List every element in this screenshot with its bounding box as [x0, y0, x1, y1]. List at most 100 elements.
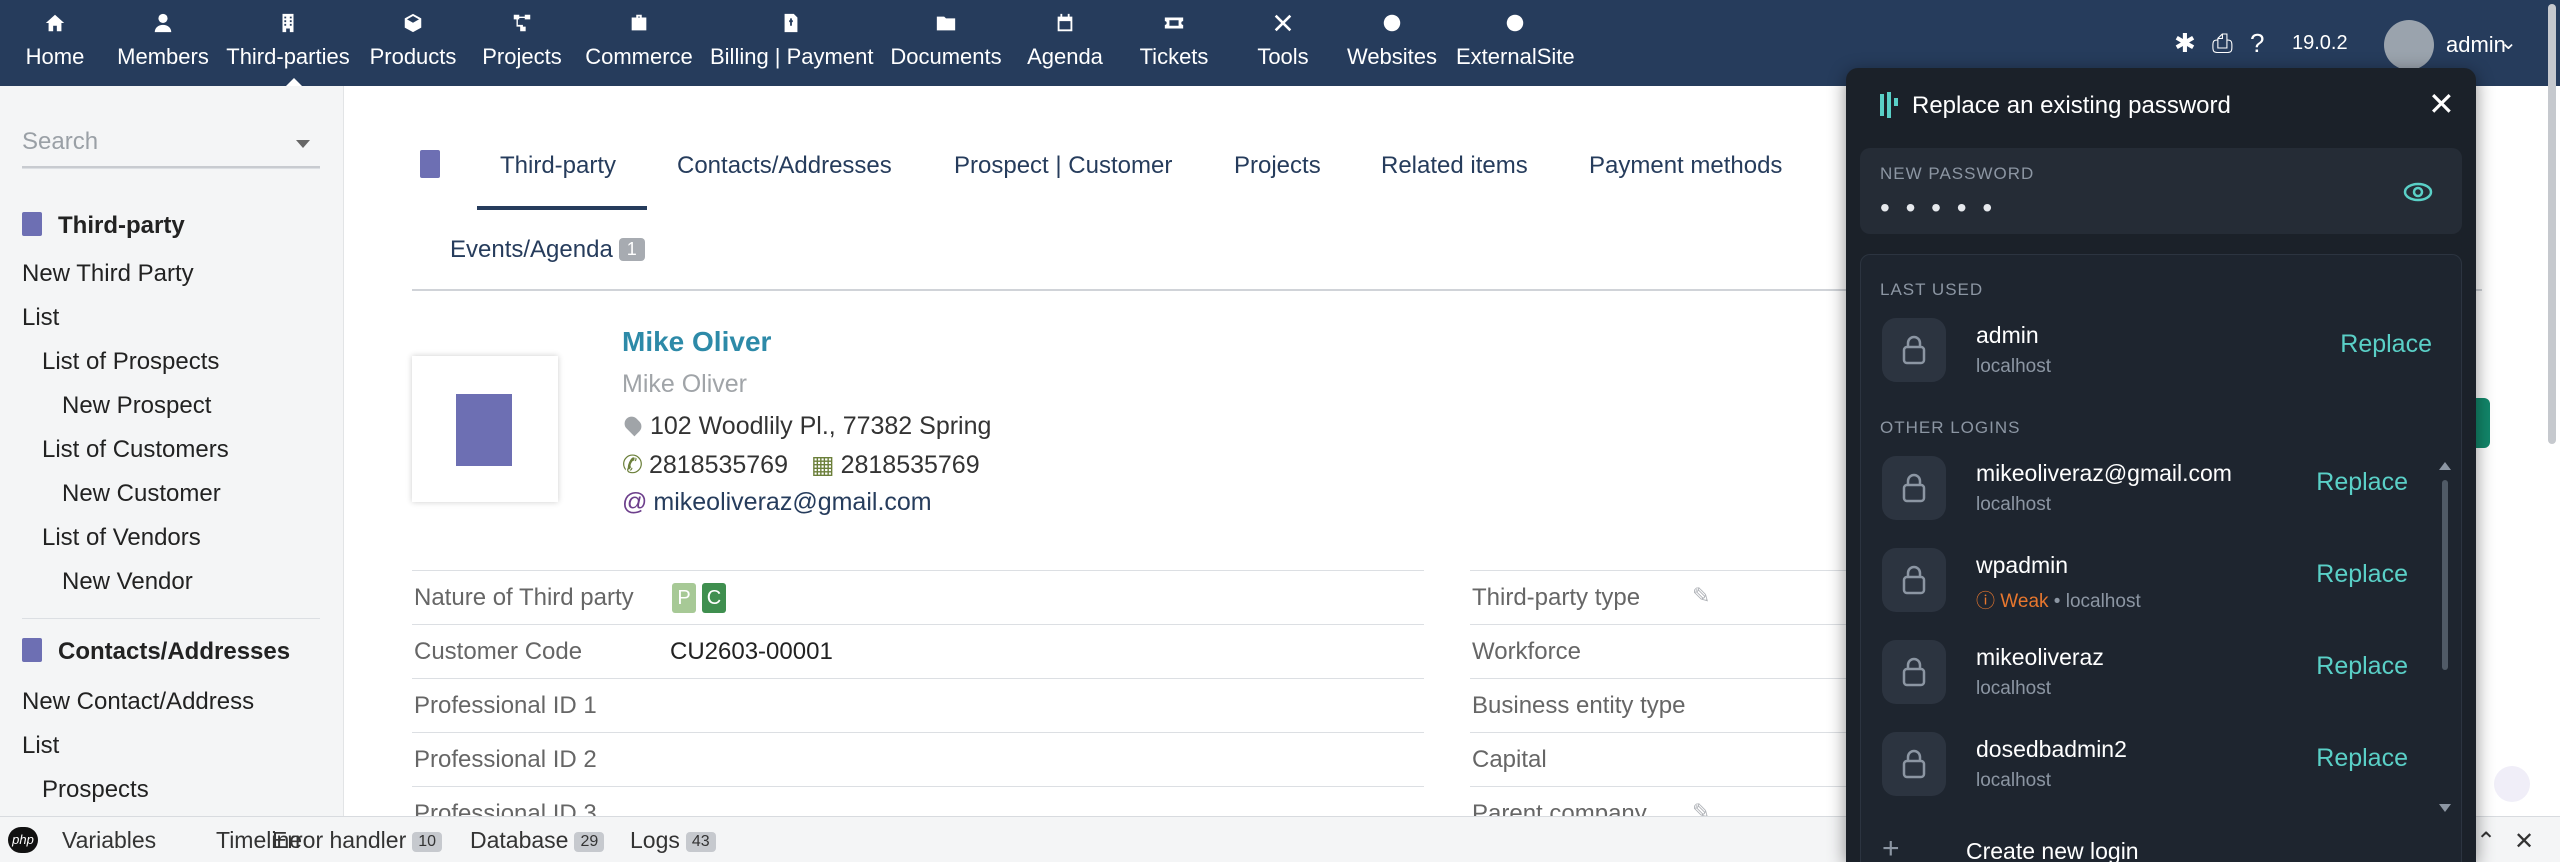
nav-documents[interactable]: Documents: [890, 12, 1002, 70]
field-customer-code: Customer Code CU2603-00001: [412, 624, 1424, 678]
prospect-badge: P: [672, 583, 696, 613]
new-password-field[interactable]: NEW PASSWORD • • • • •: [1860, 148, 2462, 234]
tab-projects[interactable]: Projects: [1234, 152, 1321, 180]
debug-tab-logs[interactable]: Logs 43: [630, 827, 716, 854]
create-new-login-button[interactable]: Create new login: [1966, 838, 2139, 862]
nav-commerce[interactable]: Commerce: [584, 12, 694, 70]
nav-third-parties[interactable]: Third-parties: [226, 12, 350, 70]
nav-home[interactable]: Home: [22, 12, 88, 70]
replace-button[interactable]: Replace: [2316, 744, 2408, 773]
chevron-down-icon[interactable]: ⌄: [2500, 30, 2517, 55]
password-value: • • • • •: [1880, 192, 1997, 223]
debug-tab-variables[interactable]: Variables: [62, 827, 156, 854]
error-count-badge: 10: [412, 832, 443, 852]
page-scrollbar[interactable]: [2548, 4, 2556, 444]
nav-projects[interactable]: Projects: [482, 12, 562, 70]
close-icon[interactable]: ✕: [2514, 827, 2534, 856]
sidebar-item-new-customer[interactable]: New Customer: [62, 480, 221, 508]
events-count-badge: 1: [618, 238, 645, 261]
search-input[interactable]: Search: [22, 128, 320, 168]
sidebar-item-new-contact[interactable]: New Contact/Address: [22, 688, 254, 716]
phone-icon: ✆: [622, 451, 643, 479]
ticket-icon: [1136, 12, 1212, 40]
sidebar-section-third-party[interactable]: Third-party: [22, 212, 185, 240]
eye-icon[interactable]: [2402, 176, 2434, 208]
tab-contacts-addresses[interactable]: Contacts/Addresses: [677, 152, 892, 180]
debug-tab-database[interactable]: Database 29: [470, 827, 605, 854]
login-meta: ⓘ Weak • localhost: [1976, 591, 2141, 612]
user-icon: [116, 12, 210, 40]
email-line: @ mikeoliveraz@gmail.com: [622, 488, 932, 517]
home-icon: [22, 12, 88, 40]
sidebar-item-prospects[interactable]: Prospects: [42, 776, 149, 804]
brain-icon[interactable]: [2494, 766, 2530, 802]
login-site: localhost: [1976, 770, 2051, 791]
scroll-down-arrow[interactable]: [2439, 804, 2451, 812]
login-item[interactable]: wpadmin ⓘ Weak • localhost Replace: [1860, 538, 2426, 622]
section-other-logins: OTHER LOGINS: [1880, 418, 2021, 437]
email-link[interactable]: mikeoliveraz@gmail.com: [653, 488, 931, 516]
active-menu-marker: [286, 78, 302, 86]
sidebar-item-list-of-customers[interactable]: List of Customers: [42, 436, 229, 464]
close-icon[interactable]: ✕: [2428, 88, 2455, 120]
php-logo[interactable]: php: [8, 827, 38, 853]
bug-icon[interactable]: ✱: [2174, 28, 2196, 59]
tab-related-items[interactable]: Related items: [1381, 152, 1528, 180]
sidebar-item-new-vendor[interactable]: New Vendor: [62, 568, 193, 596]
globe-icon: [1456, 12, 1574, 40]
login-item[interactable]: admin localhost Replace: [1860, 308, 2450, 392]
debug-tab-error-handler[interactable]: Error handler 10: [272, 827, 443, 854]
nav-websites[interactable]: Websites: [1346, 12, 1438, 70]
company-logo[interactable]: [412, 356, 558, 502]
field-thirdparty-type: Third-party type ✎: [1470, 570, 1850, 624]
chevron-down-icon[interactable]: [296, 140, 310, 148]
replace-button[interactable]: Replace: [2316, 468, 2408, 497]
sidebar-item-list-of-prospects[interactable]: List of Prospects: [42, 348, 219, 376]
edit-icon[interactable]: ✎: [1692, 583, 1718, 609]
login-username: mikeoliveraz@gmail.com: [1976, 460, 2232, 486]
nav-tools[interactable]: Tools: [1254, 12, 1312, 70]
sidebar-item-new-prospect[interactable]: New Prospect: [62, 392, 211, 420]
replace-button[interactable]: Replace: [2316, 560, 2408, 589]
nav-agenda[interactable]: Agenda: [1026, 12, 1104, 70]
sidebar-item-list-of-vendors[interactable]: List of Vendors: [42, 524, 201, 552]
lock-icon: [1882, 732, 1946, 796]
nav-billing-payment[interactable]: Billing | Payment: [710, 12, 873, 70]
database-count-badge: 29: [574, 832, 605, 852]
action-button-edge[interactable]: [2476, 398, 2490, 448]
sidebar-item-contacts-list[interactable]: List: [22, 732, 59, 760]
login-item[interactable]: mikeoliveraz@gmail.com localhost Replace: [1860, 446, 2426, 530]
nature-badges: PC: [672, 581, 732, 613]
replace-button[interactable]: Replace: [2316, 652, 2408, 681]
help-icon[interactable]: ?: [2250, 28, 2264, 59]
sidebar-section-contacts[interactable]: Contacts/Addresses: [22, 638, 290, 666]
sidebar-item-list[interactable]: List: [22, 304, 59, 332]
replace-button[interactable]: Replace: [2340, 330, 2432, 359]
popup-title: Replace an existing password: [1912, 92, 2231, 119]
building-icon: [226, 12, 350, 40]
avatar[interactable]: [2384, 20, 2434, 70]
sidebar-item-new-third-party[interactable]: New Third Party: [22, 260, 194, 288]
lock-icon: [1882, 640, 1946, 704]
tab-events-agenda[interactable]: Events/Agenda 1: [450, 236, 645, 264]
user-name[interactable]: admin: [2446, 32, 2506, 58]
nav-members[interactable]: Members: [116, 12, 210, 70]
nav-products[interactable]: Products: [368, 12, 458, 70]
list-scrollbar[interactable]: [2442, 480, 2448, 670]
phone-value[interactable]: 2818535769: [649, 451, 788, 479]
password-manager-popup: Replace an existing password ✕ NEW PASSW…: [1846, 68, 2476, 862]
nav-tickets[interactable]: Tickets: [1136, 12, 1212, 70]
scroll-up-arrow[interactable]: [2439, 462, 2451, 470]
plus-icon: +: [1882, 832, 1900, 862]
lock-icon: [1882, 318, 1946, 382]
login-username: wpadmin: [1976, 552, 2069, 578]
phone-line: ✆ 2818535769 ▦ 2818535769: [622, 450, 980, 480]
tab-prospect-customer[interactable]: Prospect | Customer: [954, 152, 1172, 180]
tab-third-party[interactable]: Third-party: [500, 152, 616, 180]
tab-payment-methods[interactable]: Payment methods: [1589, 152, 1782, 180]
login-item[interactable]: dosedbadmin2 localhost Replace: [1860, 722, 2426, 806]
login-item[interactable]: mikeoliveraz localhost Replace: [1860, 630, 2426, 714]
chevron-up-icon[interactable]: ⌃: [2476, 827, 2496, 856]
nav-externalsite[interactable]: ExternalSite: [1456, 12, 1575, 70]
print-icon[interactable]: ⎙: [2212, 28, 2233, 60]
